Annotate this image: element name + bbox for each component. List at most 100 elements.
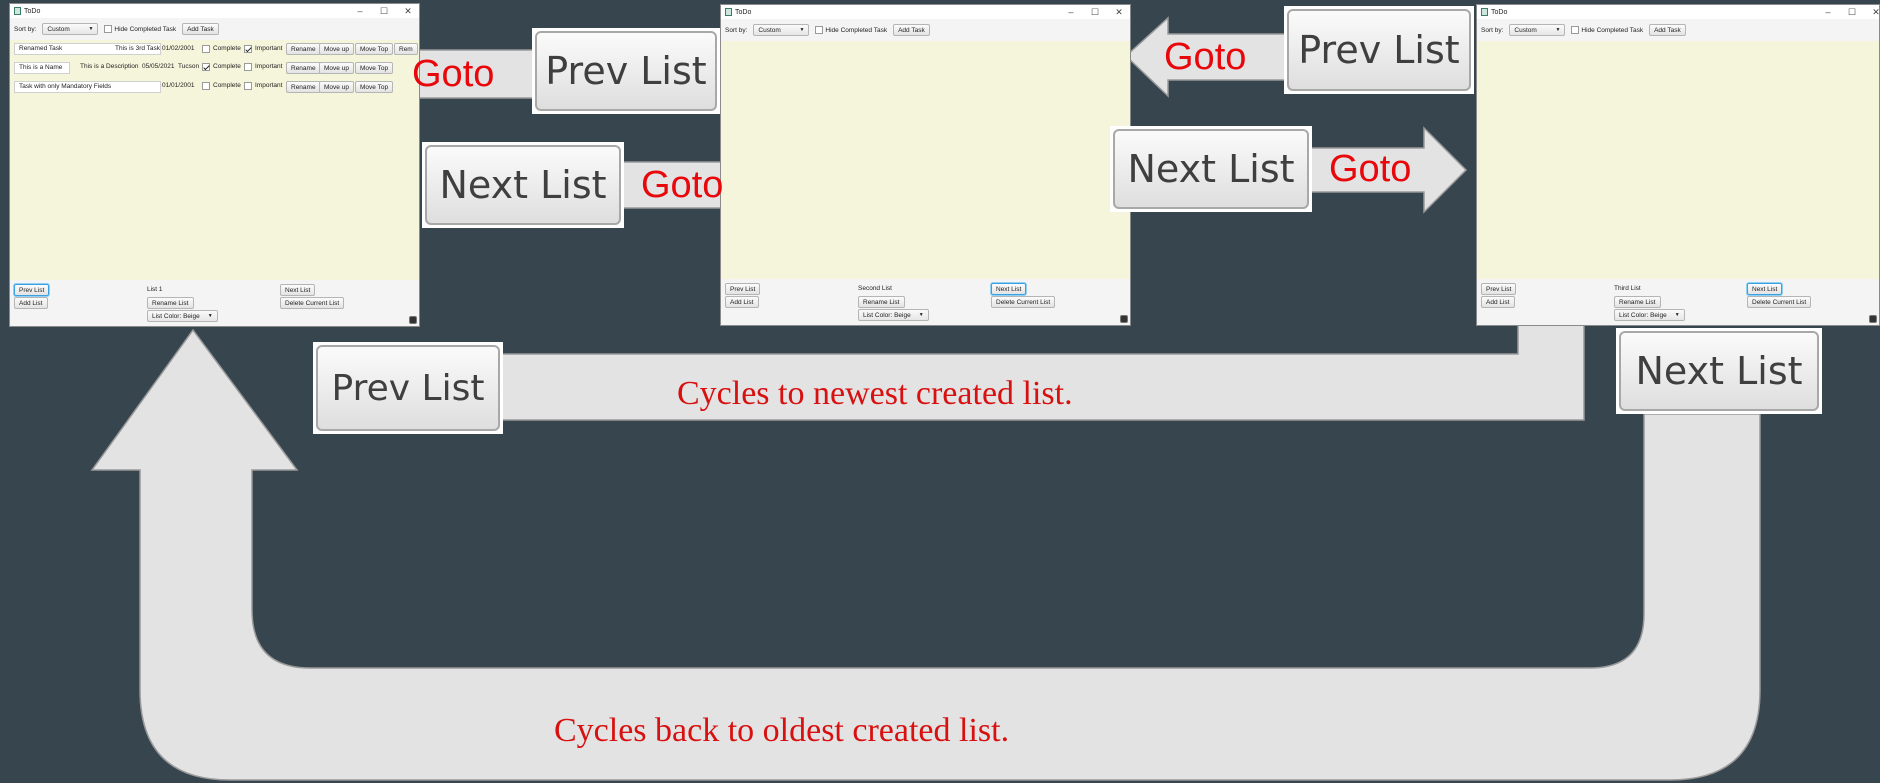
complete-label: Complete — [213, 45, 241, 52]
sort-label: Sort by: — [14, 25, 37, 33]
toolbar: Sort by: Custom ▼ Hide Completed Task Add… — [721, 19, 1130, 41]
title-bar: ToDo – ☐ ✕ — [10, 4, 419, 18]
callout-prev-list-2: Prev List — [1284, 6, 1474, 94]
hide-completed-label: Hide Completed Task — [1581, 26, 1644, 34]
important-checkbox[interactable] — [244, 45, 252, 53]
sort-select[interactable]: Custom ▼ — [1509, 24, 1566, 36]
callout-next-list-3: Next List — [1616, 328, 1822, 414]
chevron-down-icon: ▼ — [1674, 312, 1680, 318]
task-date: 01/01/2001 — [162, 82, 195, 89]
minimize-icon[interactable]: – — [1823, 5, 1833, 19]
important-checkbox[interactable] — [244, 63, 252, 71]
list-controls: Prev List Add List Third List Rename Lis… — [1477, 279, 1879, 325]
title-bar: ToDo – ☐ ✕ — [721, 5, 1130, 19]
hide-completed-checkbox[interactable] — [1571, 26, 1580, 34]
complete-checkbox[interactable] — [202, 45, 210, 53]
next-list-button[interactable]: Next List — [1747, 283, 1783, 295]
next-list-zoom-button[interactable]: Next List — [1619, 331, 1819, 411]
maximize-icon[interactable]: ☐ — [1090, 5, 1100, 19]
add-task-button[interactable]: Add Task — [182, 23, 219, 35]
minimize-icon[interactable]: – — [1066, 5, 1076, 19]
delete-list-button[interactable]: Delete Current List — [991, 296, 1056, 308]
rename-task-button[interactable]: Rename — [286, 62, 321, 74]
move-top-button[interactable]: Move Top — [355, 81, 394, 93]
prev-list-zoom-button[interactable]: Prev List — [1287, 9, 1471, 91]
move-up-button[interactable]: Move up — [319, 43, 354, 55]
rename-list-button[interactable]: Rename List — [858, 296, 905, 308]
resize-grip-icon[interactable] — [1120, 315, 1128, 323]
prev-list-button[interactable]: Prev List — [14, 284, 50, 296]
complete-label: Complete — [213, 82, 241, 89]
sort-select[interactable]: Custom ▼ — [753, 24, 810, 36]
complete-label: Complete — [213, 63, 241, 70]
add-list-button[interactable]: Add List — [14, 297, 48, 309]
toolbar: Sort by: Custom ▼ Hide Completed Task Add… — [10, 18, 419, 40]
todo-window-2: ToDo – ☐ ✕ Sort by: Custom ▼ Hide Complet… — [720, 4, 1131, 326]
complete-checkbox[interactable] — [202, 82, 210, 90]
important-label: Important — [255, 45, 283, 52]
app-icon — [14, 7, 21, 15]
title-bar: ToDo – ☐ ✕ — [1477, 5, 1879, 19]
sort-select[interactable]: Custom ▼ — [42, 23, 99, 35]
next-list-zoom-button[interactable]: Next List — [425, 145, 621, 225]
next-list-button[interactable]: Next List — [991, 283, 1027, 295]
task-name-field[interactable]: Task with only Mandatory Fields — [14, 81, 161, 93]
prev-list-button[interactable]: Prev List — [1481, 283, 1517, 295]
close-icon[interactable]: ✕ — [1114, 5, 1124, 19]
callout-next-list-1: Next List — [422, 142, 624, 228]
resize-grip-icon[interactable] — [409, 316, 417, 324]
toolbar: Sort by: Custom ▼ Hide Completed Task Add… — [1477, 19, 1879, 41]
todo-window-1: ToDo – ☐ ✕ Sort by: Custom ▼ Hide Complet… — [9, 3, 420, 327]
delete-list-button[interactable]: Delete Current List — [1747, 296, 1812, 308]
list-color-select[interactable]: List Color: Beige ▼ — [858, 309, 929, 321]
task-row: Task with only Mandatory Fields 01/01/20… — [14, 80, 419, 94]
task-description: This is a Description — [80, 63, 139, 70]
rename-list-button[interactable]: Rename List — [1614, 296, 1661, 308]
list-name: Second List — [858, 285, 892, 292]
prev-list-button[interactable]: Prev List — [725, 283, 761, 295]
close-icon[interactable]: ✕ — [403, 4, 413, 18]
add-list-button[interactable]: Add List — [1481, 296, 1515, 308]
goto-label: Goto — [641, 164, 724, 206]
add-list-button[interactable]: Add List — [725, 296, 759, 308]
maximize-icon[interactable]: ☐ — [379, 4, 389, 18]
hide-completed-checkbox[interactable] — [815, 26, 824, 34]
next-list-zoom-button[interactable]: Next List — [1113, 129, 1309, 209]
hide-completed-label: Hide Completed Task — [114, 25, 177, 33]
prev-list-zoom-button[interactable]: Prev List — [535, 31, 717, 111]
app-icon — [725, 8, 732, 16]
important-label: Important — [255, 82, 283, 89]
maximize-icon[interactable]: ☐ — [1847, 5, 1857, 19]
task-name-field[interactable]: This is a Name — [14, 62, 70, 74]
rename-list-button[interactable]: Rename List — [147, 297, 194, 309]
sort-label: Sort by: — [1481, 26, 1504, 34]
rename-task-button[interactable]: Rename — [286, 43, 321, 55]
window-title: ToDo — [735, 8, 752, 16]
list-controls: Prev List Add List Second List Rename Li… — [721, 279, 1130, 325]
task-date: 05/05/2021 — [142, 63, 175, 70]
move-top-button[interactable]: Move Top — [355, 62, 394, 74]
list-color-select[interactable]: List Color: Beige ▼ — [147, 310, 218, 322]
delete-list-button[interactable]: Delete Current List — [280, 297, 345, 309]
list-controls: Prev List Add List List 1 Rename List Li… — [10, 280, 419, 326]
prev-list-zoom-button[interactable]: Prev List — [316, 345, 500, 431]
window-title: ToDo — [24, 7, 41, 15]
move-up-button[interactable]: Move up — [319, 62, 354, 74]
minimize-icon[interactable]: – — [355, 4, 365, 18]
hide-completed-label: Hide Completed Task — [825, 26, 888, 34]
rename-task-button[interactable]: Rename — [286, 81, 321, 93]
list-name: List 1 — [147, 286, 163, 293]
add-task-button[interactable]: Add Task — [1649, 24, 1686, 36]
next-list-button[interactable]: Next List — [280, 284, 316, 296]
move-up-button[interactable]: Move up — [319, 81, 354, 93]
task-row: This is a Name This is a Description 05/… — [14, 61, 419, 75]
hide-completed-checkbox[interactable] — [104, 25, 113, 33]
important-checkbox[interactable] — [244, 82, 252, 90]
add-task-button[interactable]: Add Task — [893, 24, 930, 36]
resize-grip-icon[interactable] — [1869, 315, 1877, 323]
chevron-down-icon: ▼ — [918, 312, 924, 318]
move-top-button[interactable]: Move Top — [355, 43, 394, 55]
list-color-select[interactable]: List Color: Beige ▼ — [1614, 309, 1685, 321]
complete-checkbox[interactable] — [202, 63, 210, 71]
close-icon[interactable]: ✕ — [1871, 5, 1879, 19]
